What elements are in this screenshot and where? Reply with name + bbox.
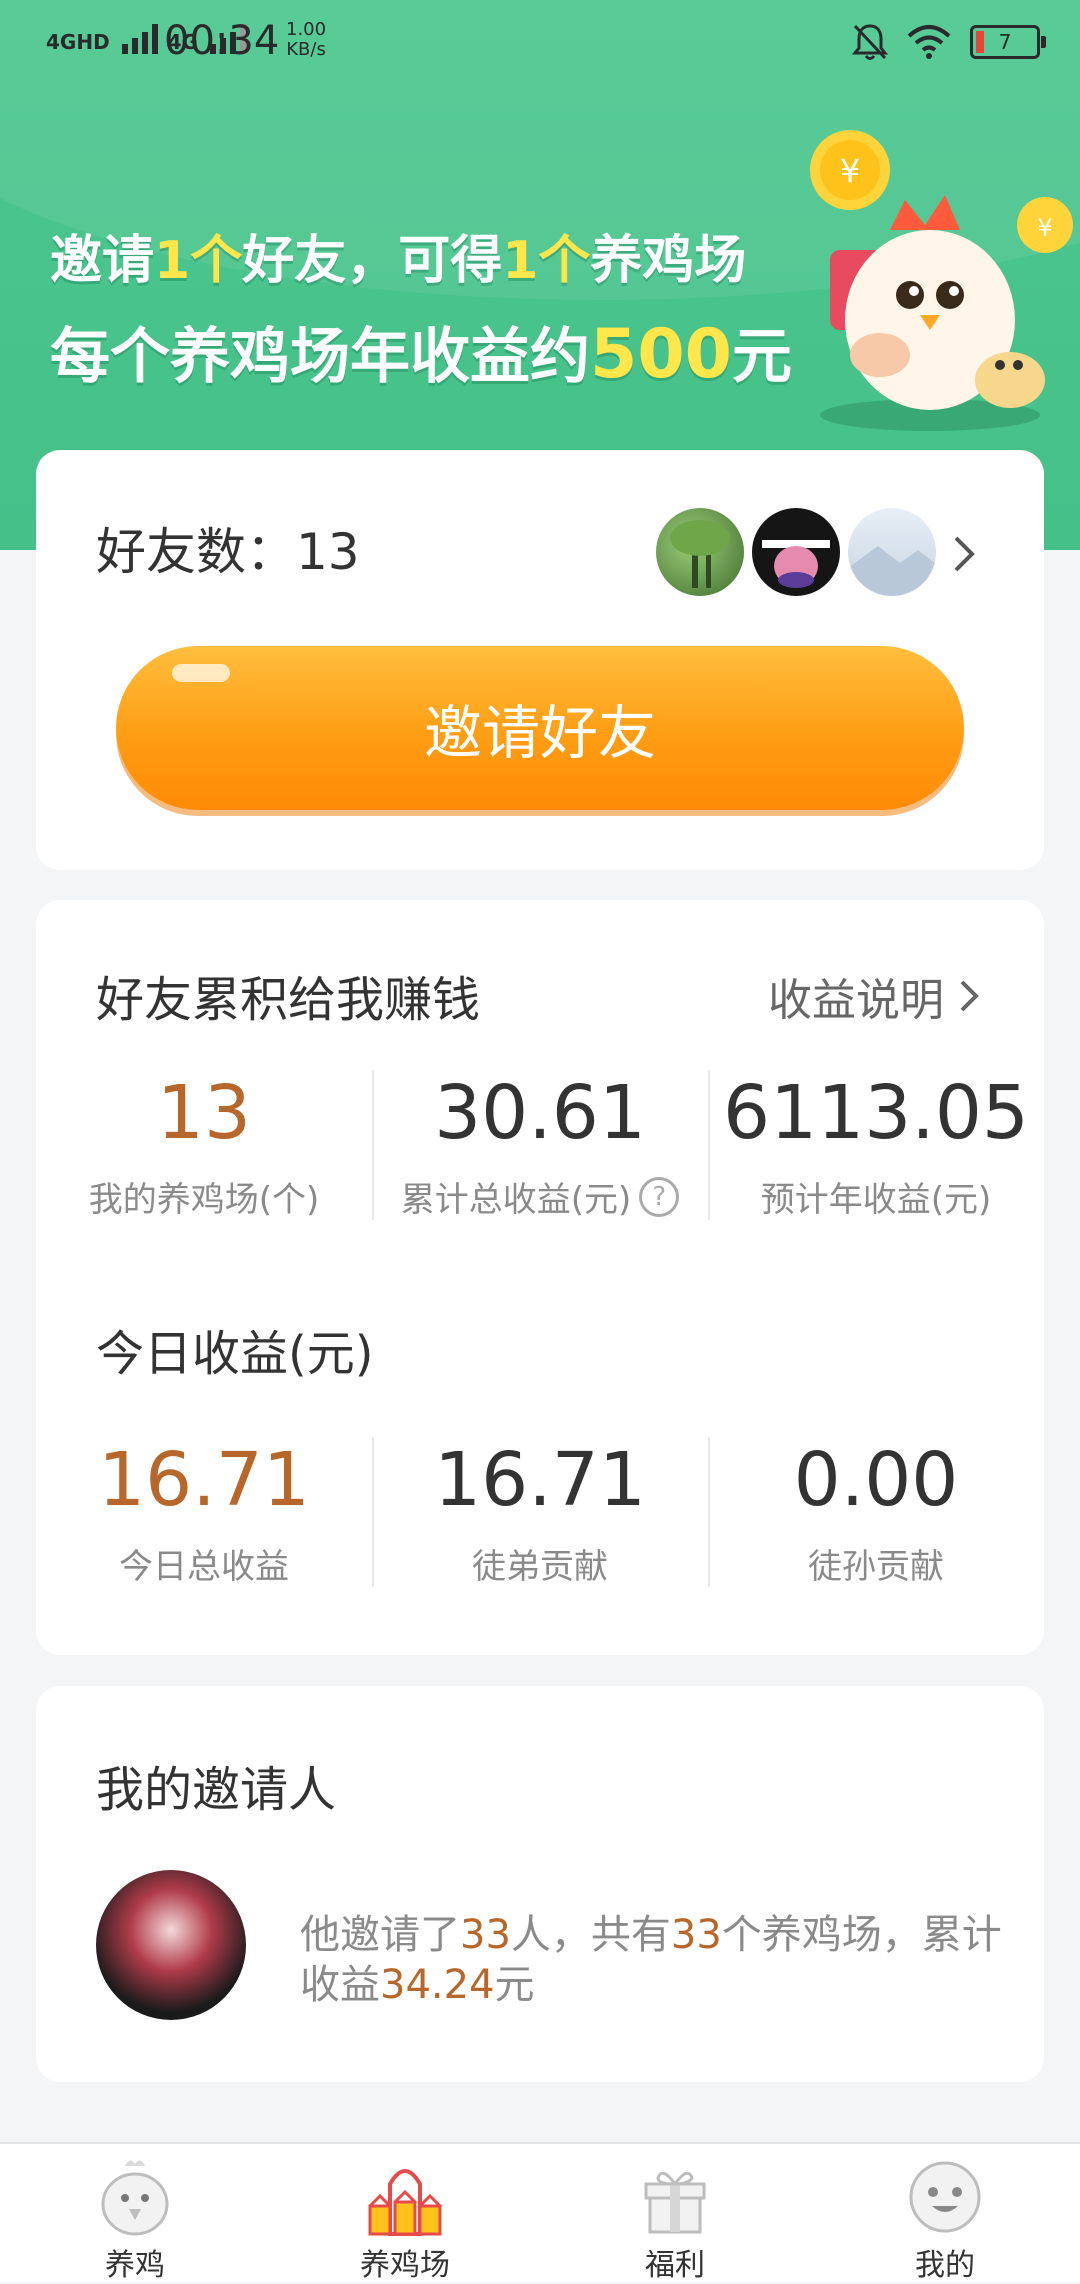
gift-icon bbox=[644, 2171, 706, 2234]
friends-card: 好友数：13 邀请好友 bbox=[36, 450, 1044, 870]
banner-text: 每个养鸡场年收益约 bbox=[50, 322, 590, 392]
earnings-explanation-link[interactable]: 收益说明 bbox=[768, 964, 984, 1028]
stat-annual-income: 6113.05 预计年收益(元) bbox=[708, 1068, 1044, 1221]
inviter-text: 人，共有 bbox=[510, 1912, 671, 1958]
invite-button-label: 邀请好友 bbox=[423, 699, 656, 767]
inviter-text: 元 bbox=[494, 1962, 535, 2008]
banner-text: 养鸡场 bbox=[590, 231, 747, 291]
nav-item-mine[interactable]: 我的 bbox=[810, 2144, 1080, 2283]
stat-total-income: 30.61 累计总收益(元) ? bbox=[372, 1068, 708, 1221]
cumulative-stats: 13 我的养鸡场(个) 30.61 累计总收益(元) ? 6113.05 预计年… bbox=[36, 1068, 1044, 1221]
stat-label: 累计总收益(元) bbox=[400, 1180, 632, 1220]
nav-label: 福利 bbox=[645, 2248, 705, 2283]
status-bar: 4GHD 4G 00:34 1.00 KB/s 7 bbox=[0, 0, 1080, 84]
banner-text: 元 bbox=[731, 322, 792, 392]
stat-value: 30.61 bbox=[434, 1070, 646, 1156]
stat-apprentice-contribution: 16.71 徒弟贡献 bbox=[372, 1435, 708, 1588]
banner-text: 好友，可得 bbox=[242, 231, 503, 291]
banner-line-2: 每个养鸡场年收益约500元 bbox=[50, 308, 792, 395]
stat-label-wrap: 今日总收益 bbox=[36, 1539, 372, 1588]
inviter-invited-count: 33 bbox=[460, 1912, 511, 1958]
today-stats: 16.71 今日总收益 16.71 徒弟贡献 0.00 徒孙贡献 bbox=[36, 1435, 1044, 1588]
friends-count: 好友数：13 bbox=[96, 512, 360, 584]
smiley-profile-icon bbox=[909, 2161, 981, 2233]
farm-icon bbox=[368, 2169, 442, 2236]
chevron-right-icon bbox=[960, 980, 979, 1012]
avatar-image-icon bbox=[762, 540, 830, 588]
network-speed: 1.00 KB/s bbox=[286, 20, 326, 60]
svg-text:¥: ¥ bbox=[840, 152, 860, 190]
nav-label: 养鸡 bbox=[105, 2248, 165, 2283]
bottom-nav: 养鸡 养鸡场 福利 我的 bbox=[0, 2142, 1080, 2283]
chicken-icon bbox=[101, 2160, 169, 2236]
help-icon[interactable]: ? bbox=[639, 1176, 680, 1217]
earnings-title: 好友累积给我赚钱 bbox=[96, 972, 481, 1028]
inviter-summary: 他邀请了33人，共有33个养鸡场，累计收益34.24元 bbox=[300, 1910, 1020, 2010]
avatar[interactable] bbox=[848, 508, 936, 596]
stat-label: 今日总收益 bbox=[119, 1547, 289, 1587]
today-earnings-title: 今日收益(元) bbox=[96, 1326, 374, 1382]
friends-count-value: 13 bbox=[296, 523, 360, 581]
mute-bell-icon bbox=[852, 24, 888, 60]
stat-label: 预计年收益(元) bbox=[760, 1180, 992, 1220]
stat-value: 16.71 bbox=[434, 1437, 646, 1523]
chicken-mascot-icon: ¥ ¥ bbox=[810, 130, 1073, 431]
stat-label: 徒弟贡献 bbox=[472, 1547, 608, 1587]
inviter-income: 34.24 bbox=[380, 1962, 495, 2008]
stat-label-wrap: 预计年收益(元) bbox=[708, 1172, 1044, 1221]
nav-item-chicken-farm[interactable]: 养鸡场 bbox=[270, 2144, 540, 2283]
stat-label-wrap: 我的养鸡场(个) bbox=[36, 1172, 372, 1221]
banner-highlight: 1个 bbox=[502, 231, 591, 291]
stat-value: 6113.05 bbox=[722, 1070, 1029, 1156]
avatar-image-icon bbox=[848, 546, 936, 596]
svg-text:¥: ¥ bbox=[1037, 214, 1052, 242]
nav-item-welfare[interactable]: 福利 bbox=[540, 2144, 810, 2283]
stat-today-total: 16.71 今日总收益 bbox=[36, 1435, 372, 1588]
friends-count-label: 好友数： bbox=[96, 523, 296, 581]
inviter-text: 他邀请了 bbox=[300, 1912, 460, 1958]
nav-label: 我的 bbox=[915, 2248, 975, 2283]
clock: 00:34 bbox=[164, 18, 280, 64]
banner-highlight: 1个 bbox=[154, 231, 243, 291]
speed-value: 1.00 bbox=[286, 19, 327, 40]
signal-icon bbox=[121, 22, 158, 54]
earnings-card: 好友累积给我赚钱 收益说明 13 我的养鸡场(个) 30.61 累计总收益(元)… bbox=[36, 900, 1044, 1655]
nav-item-raise-chicken[interactable]: 养鸡 bbox=[0, 2144, 270, 2283]
stat-label-wrap: 徒弟贡献 bbox=[372, 1539, 708, 1588]
avatar[interactable] bbox=[752, 508, 840, 596]
nav-label: 养鸡场 bbox=[360, 2248, 450, 2283]
banner-text: 邀请 bbox=[50, 231, 155, 291]
banner-line-1: 邀请1个好友，可得1个养鸡场 bbox=[50, 218, 746, 293]
stat-value: 0.00 bbox=[793, 1437, 959, 1523]
stat-value: 13 bbox=[156, 1070, 252, 1156]
inviter-title: 我的邀请人 bbox=[96, 1762, 337, 1818]
avatar-image-icon bbox=[670, 520, 730, 588]
invite-friends-button[interactable]: 邀请好友 bbox=[116, 646, 964, 810]
network-type-1: 4GHD bbox=[46, 30, 110, 54]
speed-unit: KB/s bbox=[286, 39, 326, 60]
stat-value: 16.71 bbox=[98, 1437, 310, 1523]
wifi-icon bbox=[907, 25, 951, 59]
stat-label: 徒孙贡献 bbox=[808, 1547, 944, 1587]
stat-label-wrap: 累计总收益(元) ? bbox=[372, 1172, 708, 1221]
avatar[interactable] bbox=[96, 1870, 246, 2020]
banner-highlight: 500 bbox=[590, 315, 732, 394]
stat-my-farms: 13 我的养鸡场(个) bbox=[36, 1068, 372, 1221]
button-gloss bbox=[172, 664, 230, 682]
inviter-farm-count: 33 bbox=[670, 1912, 722, 1958]
chevron-right-icon[interactable] bbox=[944, 528, 984, 580]
friend-avatars[interactable] bbox=[656, 508, 936, 596]
earnings-link-label: 收益说明 bbox=[768, 975, 944, 1026]
inviter-card: 我的邀请人 他邀请了33人，共有33个养鸡场，累计收益34.24元 bbox=[36, 1686, 1044, 2082]
status-right: 7 bbox=[852, 22, 1046, 62]
stat-grand-apprentice-contribution: 0.00 徒孙贡献 bbox=[708, 1435, 1044, 1588]
stat-label: 我的养鸡场(个) bbox=[88, 1180, 320, 1220]
battery-icon: 7 bbox=[970, 25, 1046, 59]
avatar[interactable] bbox=[656, 508, 744, 596]
stat-label-wrap: 徒孙贡献 bbox=[708, 1539, 1044, 1588]
